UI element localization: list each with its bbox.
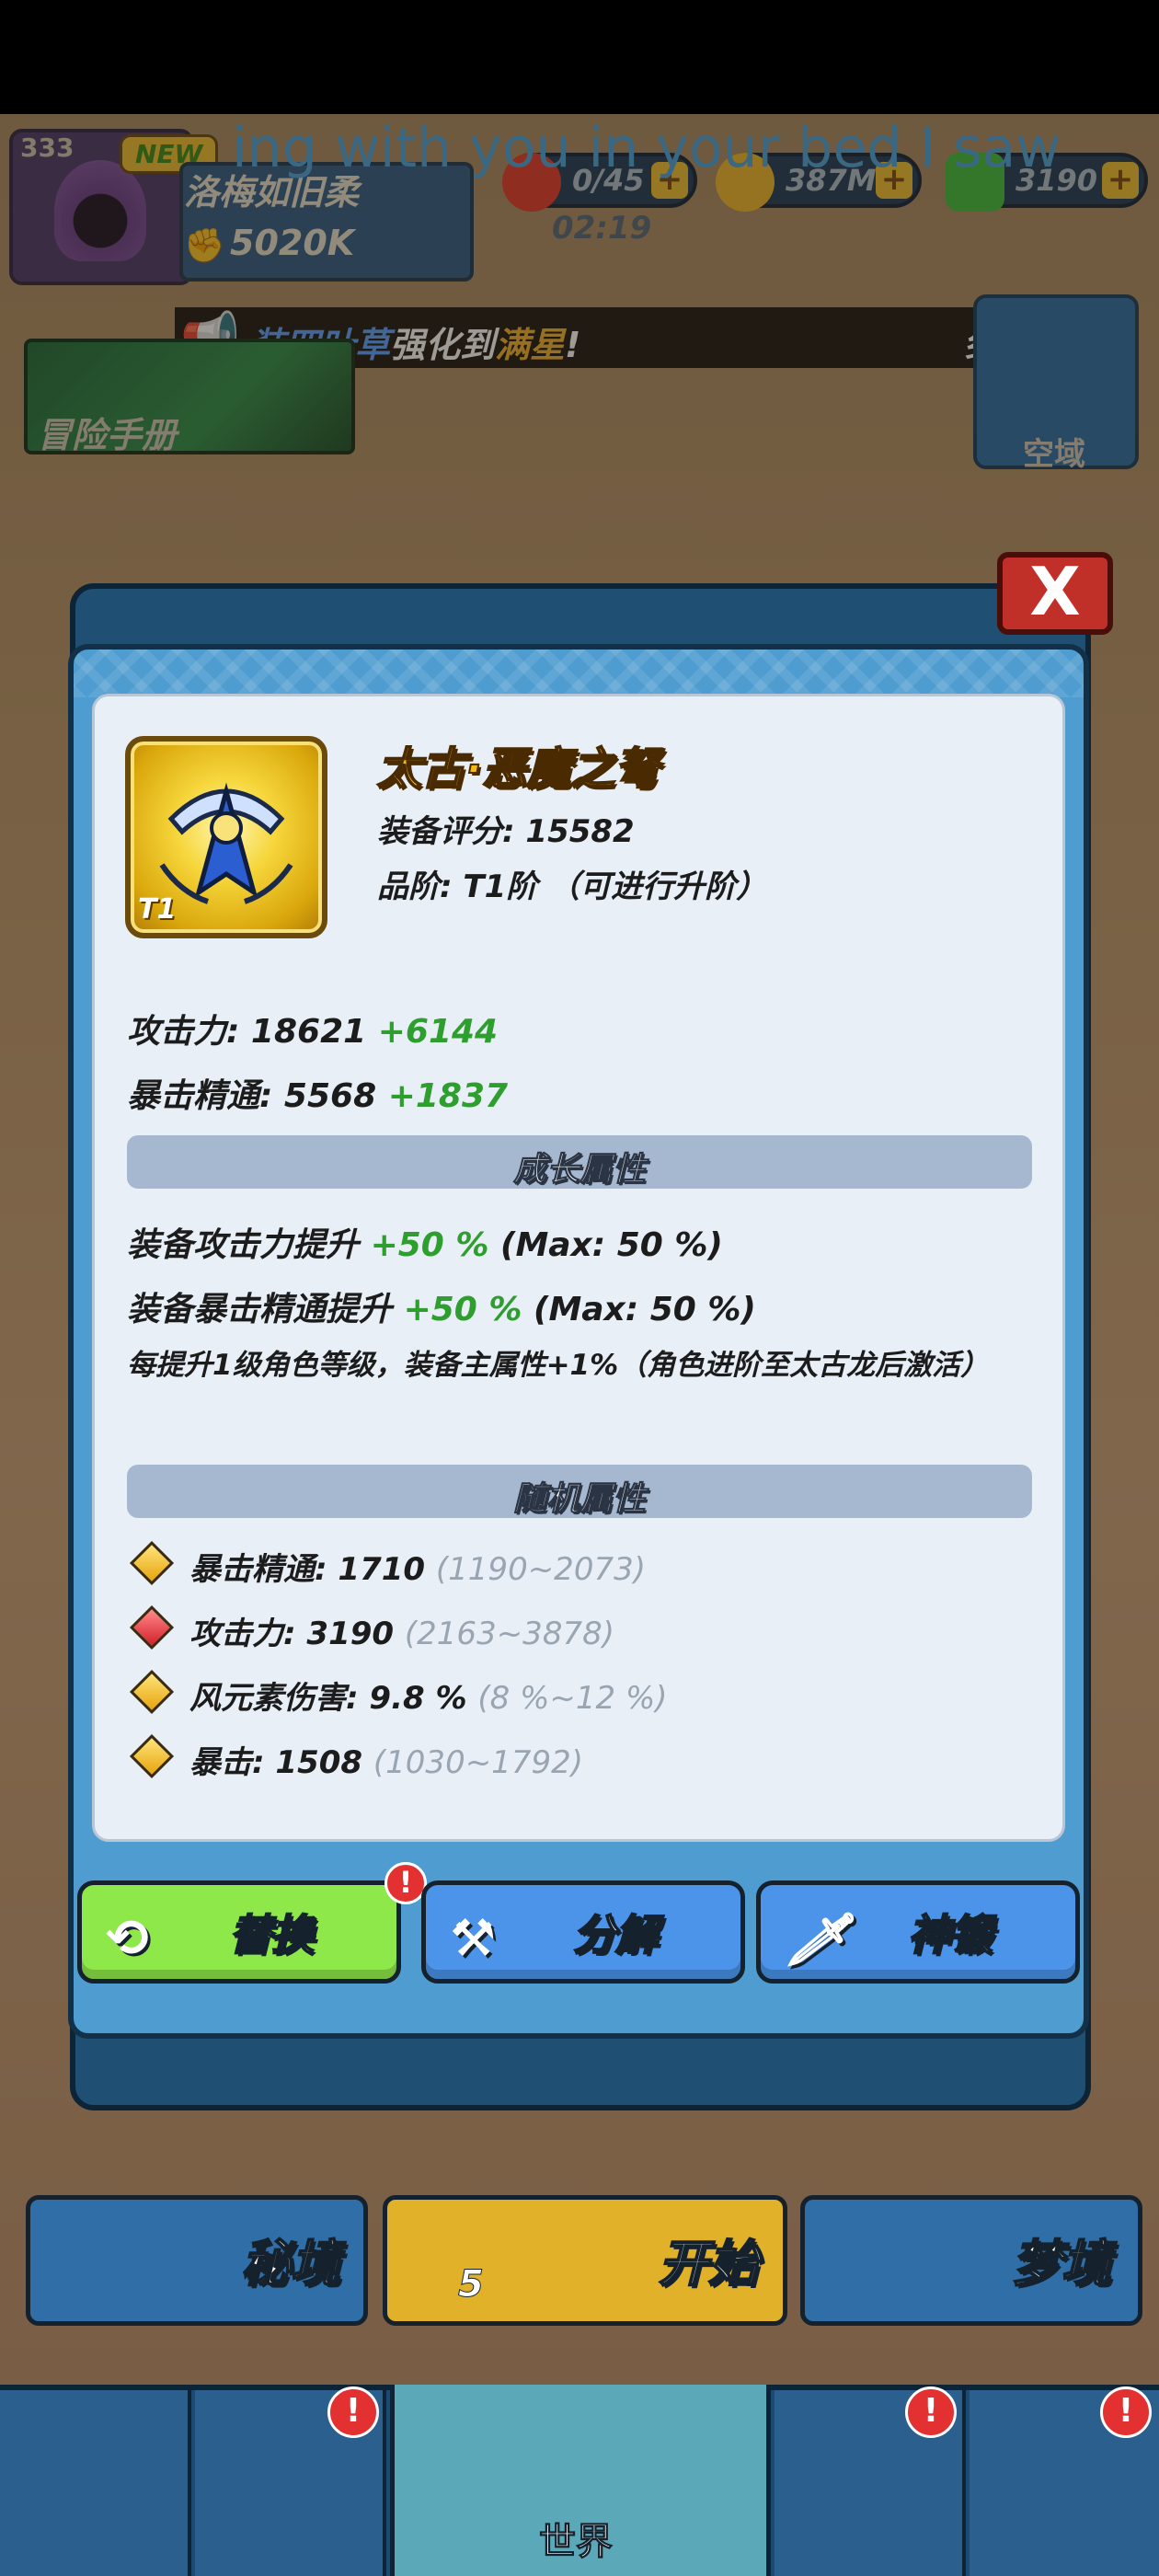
crossbow-icon: T1 [125,736,327,938]
growth-attack-label: 装备攻击力提升 [127,1226,360,1264]
growth-line-crit: 装备暴击精通提升 +50 % (Max: 50 %) [127,1282,756,1330]
hammer-icon: ⚒ [450,1909,497,1969]
growth-line-attack: 装备攻击力提升 +50 % (Max: 50 %) [127,1218,723,1266]
replace-button[interactable]: ⟲ 替换 [77,1880,401,1984]
growth-section-header: 成长属性 [127,1135,1032,1190]
random-attr-range: (2163~3878) [404,1616,614,1652]
start-label: 开始 [658,2234,759,2294]
swap-arrows-icon: ⟲ [106,1909,149,1969]
growth-section-title: 成长属性 [512,1151,646,1190]
growth-attack-max: (Max: 50 %) [499,1226,723,1264]
item-name: 太古·恶魔之弩 [376,742,660,796]
random-attr-range: (1190~2073) [435,1551,646,1588]
random-attr-label: 攻击力: 3190 [189,1616,395,1652]
sword-icon: 🗡 [785,1910,851,1970]
stat-crit-bonus: +1837 [387,1077,509,1115]
decompose-button[interactable]: ⚒ 分解 [421,1880,745,1984]
random-attr-row: 暴击: 1508 (1030~1792) [189,1737,583,1782]
equipment-score: 装备评分: 15582 [377,813,635,850]
growth-crit-max: (Max: 50 %) [533,1291,756,1328]
nav-alert-badge: ! [1100,2386,1152,2438]
secret-realm-label: 秘境 [240,2234,341,2294]
random-attr-row: 攻击力: 3190 (2163~3878) [189,1608,614,1653]
random-section-header: 随机属性 [127,1465,1032,1519]
dream-label: 梦境 [1011,2234,1112,2294]
growth-note: 每提升1级角色等级，装备主属性+1%（角色进阶至太古龙后激活） [127,1349,990,1382]
growth-attack-value: +50 % [370,1226,489,1264]
random-attr-label: 风元素伤害: 9.8 % [189,1680,467,1717]
stat-attack-label: 攻击力: 18621 [127,1013,367,1051]
divine-forge-button[interactable]: 🗡 神锻 [756,1880,1080,1984]
nav-item-hero[interactable] [0,2390,191,2576]
nav-alert-badge: ! [905,2386,957,2438]
random-section-title: 随机属性 [512,1480,646,1519]
tier-badge: T1 [138,893,177,926]
random-attr-row: 风元素伤害: 9.8 % (8 %~12 %) [189,1673,668,1718]
replace-label: 替换 [228,1909,315,1961]
decompose-label: 分解 [572,1909,659,1961]
stat-attack: 攻击力: 18621 +6144 [127,1005,498,1052]
divine-forge-label: 神锻 [907,1909,993,1961]
nav-alert-badge: ! [327,2386,379,2438]
growth-crit-value: +50 % [403,1291,522,1328]
random-attr-label: 暴击: 1508 [189,1744,363,1781]
random-attr-range: (8 %~12 %) [477,1680,668,1717]
random-attr-label: 暴击精通: 1710 [189,1551,426,1588]
start-energy-cost: 5 [458,2263,485,2306]
equipment-rank: 品阶: T1阶 （可进行升阶） [377,868,768,905]
stat-crit-mastery: 暴击精通: 5568 +1837 [127,1069,508,1117]
random-attr-row: 暴击精通: 1710 (1190~2073) [189,1544,646,1589]
stat-crit-label: 暴击精通: 5568 [127,1077,377,1115]
nav-world-label: 世界 [539,2521,614,2564]
stat-attack-bonus: +6144 [377,1013,499,1051]
close-button[interactable]: X [997,552,1113,635]
random-attr-range: (1030~1792) [373,1744,583,1781]
growth-crit-label: 装备暴击精通提升 [127,1291,393,1328]
